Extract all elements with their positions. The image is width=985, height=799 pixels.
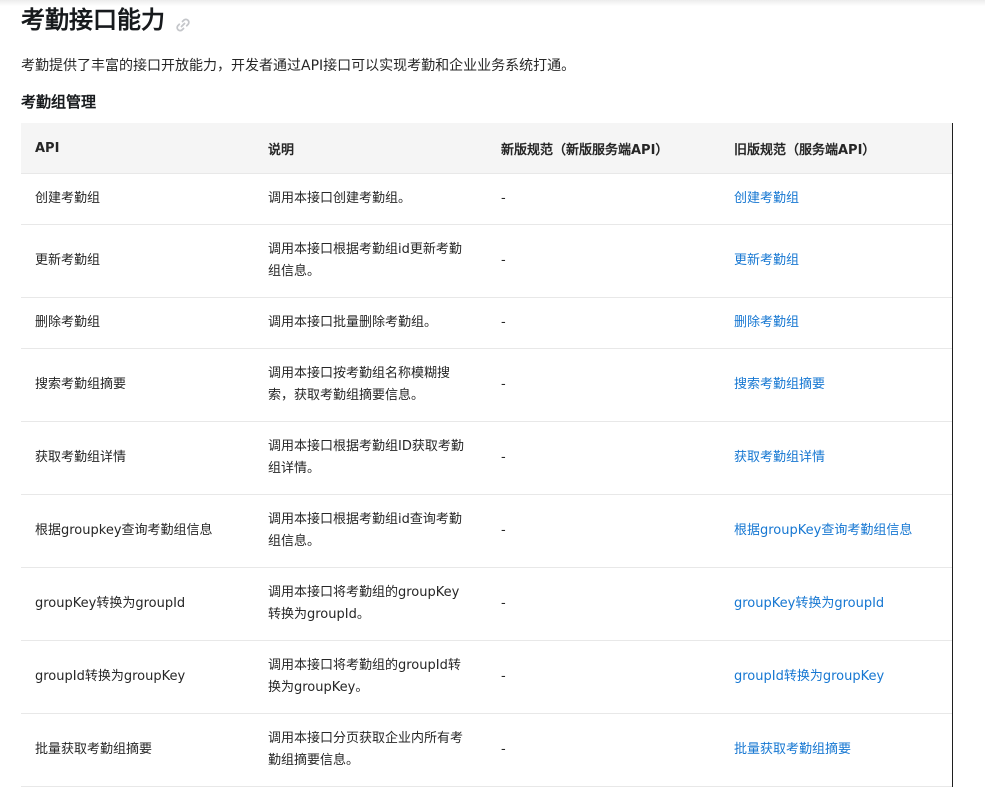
api-name: 批量获取考勤组摘要 (21, 713, 254, 787)
old-spec-link[interactable]: 批量获取考勤组摘要 (734, 742, 851, 757)
table-row: 获取考勤组详情 调用本接口根据考勤组ID获取考勤组详情。 - 获取考勤组详情 (21, 421, 952, 495)
api-description: 调用本接口批量删除考勤组。 (254, 297, 487, 349)
header-old-spec: 旧版规范（服务端API） (720, 123, 952, 174)
old-spec-link[interactable]: 删除考勤组 (734, 315, 799, 330)
api-name: groupId转换为groupKey (21, 640, 254, 714)
api-name: 根据groupkey查询考勤组信息 (21, 494, 254, 568)
api-description: 调用本接口将考勤组的groupKey转换为groupId。 (254, 567, 487, 641)
api-description: 调用本接口按考勤组名称模糊搜索，获取考勤组摘要信息。 (254, 348, 487, 422)
api-table-container: API 说明 新版规范（新版服务端API） 旧版规范（服务端API） 创建考勤组… (21, 123, 953, 787)
new-spec-value: - (487, 348, 720, 422)
table-row: 删除考勤组 调用本接口批量删除考勤组。 - 删除考勤组 (21, 297, 952, 349)
new-spec-value: - (487, 173, 720, 225)
old-spec-link[interactable]: 创建考勤组 (734, 191, 799, 206)
new-spec-value: - (487, 224, 720, 298)
old-spec-link[interactable]: 更新考勤组 (734, 253, 799, 268)
header-new-spec: 新版规范（新版服务端API） (487, 123, 720, 174)
table-row: 批量获取考勤组摘要 调用本接口分页获取企业内所有考勤组摘要信息。 - 批量获取考… (21, 713, 952, 787)
old-spec-link[interactable]: groupKey转换为groupId (734, 596, 884, 611)
api-name: 删除考勤组 (21, 297, 254, 349)
new-spec-value: - (487, 421, 720, 495)
link-icon[interactable] (173, 10, 193, 32)
api-name: 更新考勤组 (21, 224, 254, 298)
intro-text: 考勤提供了丰富的接口开放能力，开发者通过API接口可以实现考勤和企业业务系统打通… (21, 58, 576, 74)
header-api: API (21, 123, 254, 174)
table-row: 根据groupkey查询考勤组信息 调用本接口根据考勤组id查询考勤组信息。 -… (21, 494, 952, 568)
new-spec-value: - (487, 494, 720, 568)
api-description: 调用本接口根据考勤组id查询考勤组信息。 (254, 494, 487, 568)
table-row: groupId转换为groupKey 调用本接口将考勤组的groupId转换为g… (21, 640, 952, 714)
table-row: 创建考勤组 调用本接口创建考勤组。 - 创建考勤组 (21, 173, 952, 225)
api-name: 获取考勤组详情 (21, 421, 254, 495)
api-description: 调用本接口创建考勤组。 (254, 173, 487, 225)
api-name: groupKey转换为groupId (21, 567, 254, 641)
section-title: 考勤组管理 (21, 93, 97, 111)
api-description: 调用本接口根据考勤组ID获取考勤组详情。 (254, 421, 487, 495)
table-header-row: API 说明 新版规范（新版服务端API） 旧版规范（服务端API） (21, 123, 952, 174)
old-spec-link[interactable]: 获取考勤组详情 (734, 450, 825, 465)
new-spec-value: - (487, 713, 720, 787)
table-row: 更新考勤组 调用本接口根据考勤组id更新考勤组信息。 - 更新考勤组 (21, 224, 952, 298)
old-spec-link[interactable]: 搜索考勤组摘要 (734, 377, 825, 392)
table-row: 搜索考勤组摘要 调用本接口按考勤组名称模糊搜索，获取考勤组摘要信息。 - 搜索考… (21, 348, 952, 422)
page-title: 考勤接口能力 (21, 3, 193, 37)
api-description: 调用本接口将考勤组的groupId转换为groupKey。 (254, 640, 487, 714)
api-name: 创建考勤组 (21, 173, 254, 225)
new-spec-value: - (487, 297, 720, 349)
header-description: 说明 (254, 123, 487, 174)
api-description: 调用本接口根据考勤组id更新考勤组信息。 (254, 224, 487, 298)
old-spec-link[interactable]: groupId转换为groupKey (734, 669, 884, 684)
api-name: 搜索考勤组摘要 (21, 348, 254, 422)
api-description: 调用本接口分页获取企业内所有考勤组摘要信息。 (254, 713, 487, 787)
new-spec-value: - (487, 640, 720, 714)
table-row: groupKey转换为groupId 调用本接口将考勤组的groupKey转换为… (21, 567, 952, 641)
page-title-text: 考勤接口能力 (21, 6, 165, 34)
old-spec-link[interactable]: 根据groupKey查询考勤组信息 (734, 523, 912, 538)
new-spec-value: - (487, 567, 720, 641)
api-table: API 说明 新版规范（新版服务端API） 旧版规范（服务端API） 创建考勤组… (21, 123, 952, 787)
